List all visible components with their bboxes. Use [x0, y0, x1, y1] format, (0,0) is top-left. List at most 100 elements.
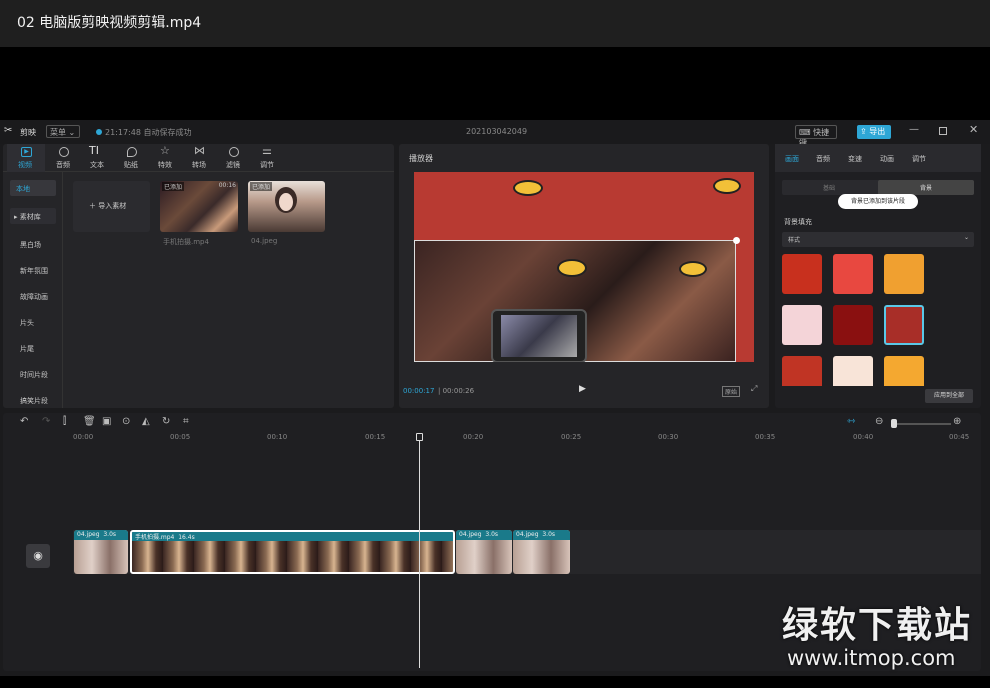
zoom-slider-thumb[interactable] — [891, 419, 897, 428]
clip-name: 04.jpeg — [459, 531, 482, 538]
video-frame[interactable] — [414, 237, 740, 362]
clip-header: 手机拍摄.mp4 16.4s — [132, 532, 453, 541]
ruler-tick: 00:40 — [853, 433, 874, 441]
gold-ingot-sticker-icon — [557, 259, 587, 277]
freeze-icon[interactable]: ▣ — [102, 416, 111, 427]
zoom-out-icon[interactable]: ⊖ — [875, 416, 883, 427]
tab-inspector-audio[interactable]: 音频 — [816, 154, 830, 164]
clip-image[interactable]: 04.jpeg 3.0s — [74, 530, 128, 574]
sidebar-item-timeclip[interactable]: 时间片段 — [20, 370, 48, 380]
bg-style-swatch[interactable] — [782, 305, 822, 345]
playhead-handle[interactable] — [416, 433, 423, 441]
filter-icon — [229, 147, 239, 157]
subtab-basic[interactable]: 基础 — [823, 183, 835, 192]
ruler-tick: 00:20 — [463, 433, 484, 441]
resize-handle[interactable] — [733, 237, 740, 244]
ratio-button[interactable]: 原始 — [722, 386, 741, 397]
menu-button[interactable]: 菜单 ⌄ — [46, 125, 80, 138]
current-time: 00:00:17 — [403, 387, 435, 395]
sidebar-item-glitch[interactable]: 故障动画 — [20, 292, 48, 302]
subtab-background[interactable]: 背景 — [878, 180, 974, 195]
timeline-ruler: 00:00 00:05 00:10 00:15 00:20 00:25 00:3… — [73, 433, 981, 445]
rotate-icon[interactable]: ↻ — [162, 416, 170, 427]
media-thumb-video[interactable]: 已添加 00:16 — [160, 181, 238, 232]
bg-style-swatch[interactable] — [833, 254, 873, 294]
reverse-icon[interactable]: ⊙ — [122, 416, 130, 427]
video-icon: ▶ — [21, 147, 32, 157]
autosave-dot-icon — [96, 129, 102, 135]
redo-icon[interactable]: ↷ — [42, 416, 50, 427]
media-panel: ▶ 视频 音频 TI 文本 贴纸 ☆ 特效 ⋈ 转场 滤镜 ⚌ 调节 本地 ▸ … — [3, 144, 394, 408]
snap-icon[interactable]: ⇿ — [847, 416, 855, 427]
watermark-url: www.itmop.com — [787, 646, 956, 670]
clip-header: 04.jpeg 3.0s — [513, 530, 570, 540]
maximize-icon[interactable] — [939, 127, 947, 135]
bg-style-swatch[interactable] — [884, 356, 924, 386]
bg-style-swatch-selected[interactable] — [884, 305, 924, 345]
background-style-select[interactable]: 样式 ⌄ — [782, 232, 974, 247]
import-media-button[interactable]: ＋ 导入素材 — [73, 181, 150, 232]
sidebar-item-intro[interactable]: 片头 — [20, 318, 34, 328]
media-name-image: 04.jpeg — [251, 237, 278, 245]
sidebar-item-library[interactable]: ▸ 素材库 — [10, 208, 56, 224]
sidebar-item-local[interactable]: 本地 — [10, 180, 56, 196]
tab-sticker[interactable]: 贴纸 — [119, 144, 147, 172]
clip-image[interactable]: 04.jpeg 3.0s — [456, 530, 512, 574]
media-sidebar: 本地 ▸ 素材库 黑白场 新年氛围 故障动画 片头 片尾 时间片段 搞笑片段 — [3, 172, 63, 408]
sidebar-item-funny[interactable]: 搞笑片段 — [20, 396, 48, 406]
gold-ingot-sticker-icon — [513, 180, 543, 196]
cover-button[interactable]: ◉ — [26, 544, 50, 568]
clip-video-selected[interactable]: 手机拍摄.mp4 16.4s — [130, 530, 455, 574]
close-icon[interactable]: ✕ — [969, 123, 978, 136]
sidebar-item-newyear[interactable]: 新年氛围 — [20, 266, 48, 276]
tab-adjust-label: 调节 — [260, 161, 274, 169]
export-button[interactable]: ⇪ 导出 — [857, 125, 891, 139]
autosave-status: 21:17:48 自动保存成功 — [105, 128, 192, 137]
minimize-icon[interactable]: — — [909, 124, 919, 135]
player-canvas[interactable] — [414, 172, 754, 362]
media-thumb-image[interactable]: 已添加 — [248, 181, 325, 232]
bg-style-swatch[interactable] — [884, 254, 924, 294]
tab-audio[interactable]: 音频 — [51, 144, 79, 172]
tab-image[interactable]: 画面 — [785, 154, 799, 164]
bg-style-swatch[interactable] — [782, 356, 822, 386]
tab-filter[interactable]: 滤镜 — [221, 144, 249, 172]
mirror-icon[interactable]: ◭ — [142, 416, 150, 427]
transition-icon: ⋈ — [194, 144, 205, 157]
tab-animation[interactable]: 动画 — [880, 154, 894, 164]
app-logo-icon: ✂ — [4, 125, 13, 136]
sidebar-item-blackwhite[interactable]: 黑白场 — [20, 240, 41, 250]
clip-name: 手机拍摄.mp4 — [135, 534, 175, 541]
ruler-tick: 00:15 — [365, 433, 386, 441]
zoom-in-icon[interactable]: ⊕ — [953, 416, 961, 427]
play-button[interactable]: ▶ — [579, 384, 586, 394]
bg-style-swatch[interactable] — [833, 356, 873, 386]
zoom-slider[interactable] — [891, 423, 951, 425]
clip-image[interactable]: 04.jpeg 3.0s — [513, 530, 570, 574]
tab-transition[interactable]: ⋈ 转场 — [187, 144, 215, 172]
undo-icon[interactable]: ↶ — [20, 416, 28, 427]
tab-effects[interactable]: ☆ 特效 — [153, 144, 181, 172]
import-media-label: 导入素材 — [98, 202, 127, 210]
delete-icon[interactable]: 🗑 — [83, 416, 96, 427]
crop-icon[interactable]: ⌗ — [183, 416, 189, 427]
ruler-tick: 00:45 — [949, 433, 970, 441]
sidebar-item-outro[interactable]: 片尾 — [20, 344, 34, 354]
split-icon[interactable]: ⫿ — [63, 416, 66, 427]
tab-speed[interactable]: 变速 — [848, 154, 862, 164]
playhead[interactable] — [419, 434, 420, 668]
gold-ingot-sticker-icon — [713, 178, 741, 194]
bg-style-swatch[interactable] — [782, 254, 822, 294]
tab-sticker-label: 贴纸 — [124, 161, 138, 169]
fullscreen-icon[interactable]: ⤢ — [751, 384, 757, 394]
sticker-icon — [127, 147, 137, 157]
shortcut-button[interactable]: ⌨ 快捷键 — [795, 125, 837, 148]
tab-video[interactable]: ▶ 视频 — [7, 144, 45, 172]
apply-all-button[interactable]: 应用到全部 — [925, 389, 973, 403]
ruler-tick: 00:30 — [658, 433, 679, 441]
bg-style-swatch[interactable] — [833, 305, 873, 345]
ruler-tick: 00:25 — [561, 433, 582, 441]
tab-text[interactable]: TI 文本 — [85, 144, 113, 172]
tab-inspector-adjust[interactable]: 调节 — [912, 154, 926, 164]
tab-adjust[interactable]: ⚌ 调节 — [255, 144, 283, 172]
